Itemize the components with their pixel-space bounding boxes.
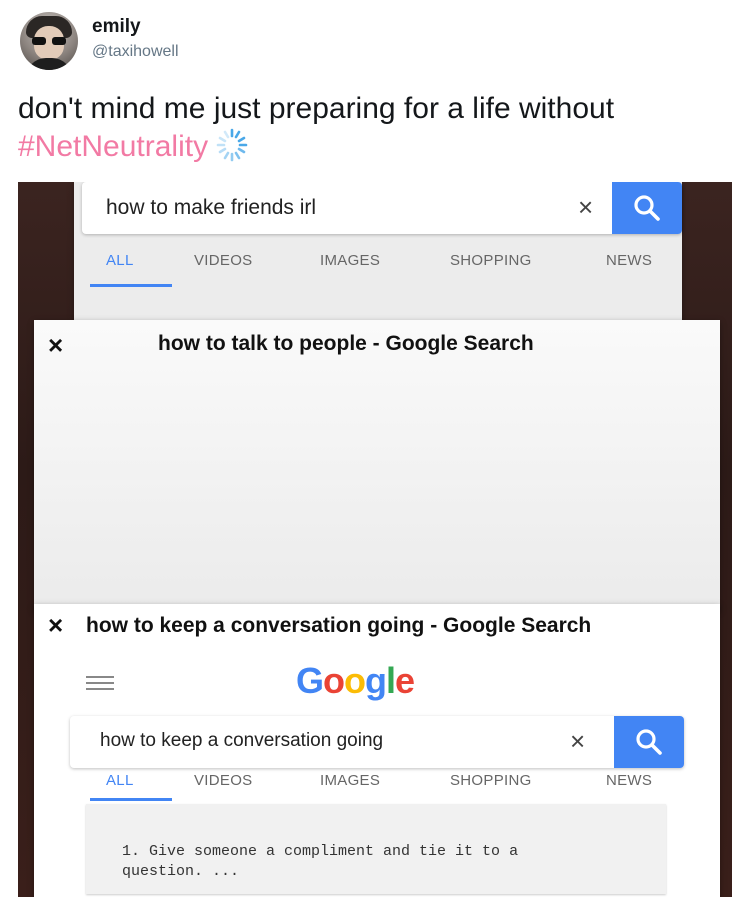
- tab-images[interactable]: IMAGES: [320, 252, 380, 269]
- search-tabs: ALL VIDEOS IMAGES SHOPPING NEWS: [90, 772, 676, 808]
- user-handle[interactable]: @taxihowell: [92, 43, 179, 61]
- close-tab-icon[interactable]: ×: [48, 610, 63, 641]
- google-logo: Google: [296, 660, 415, 701]
- search-icon: [636, 729, 662, 755]
- tab-videos[interactable]: VIDEOS: [194, 252, 252, 269]
- tab-news[interactable]: NEWS: [606, 772, 652, 789]
- search-tabs: ALL VIDEOS IMAGES SHOPPING NEWS: [90, 252, 676, 288]
- tab-videos[interactable]: VIDEOS: [194, 772, 252, 789]
- tab-shopping[interactable]: SHOPPING: [450, 252, 532, 269]
- search-icon: [634, 195, 660, 221]
- tab-title: how to talk to people - Google Search: [158, 332, 534, 355]
- tweet-media-image[interactable]: how to make friends irl × ALL VIDEOS IMA…: [18, 182, 732, 897]
- tab-all[interactable]: ALL: [106, 252, 134, 269]
- search-query[interactable]: how to keep a conversation going: [100, 730, 383, 752]
- tab-shopping[interactable]: SHOPPING: [450, 772, 532, 789]
- search-button[interactable]: [612, 182, 682, 234]
- search-button[interactable]: [614, 716, 684, 768]
- tab-card-talk[interactable]: × how to talk to people - Google Search: [34, 320, 720, 610]
- tab-images[interactable]: IMAGES: [320, 772, 380, 789]
- user-name[interactable]: emily: [92, 16, 141, 38]
- hashtag-link[interactable]: #NetNeutrality: [18, 130, 208, 163]
- close-tab-icon[interactable]: ×: [48, 330, 63, 361]
- tab-card-conversation[interactable]: × how to keep a conversation going - Goo…: [34, 604, 720, 897]
- active-tab-indicator: [90, 284, 172, 287]
- tab-news[interactable]: NEWS: [606, 252, 652, 269]
- clear-icon[interactable]: ×: [578, 192, 593, 223]
- result-card[interactable]: 1. Give someone a compliment and tie it …: [86, 804, 666, 894]
- tweet-body: don't mind me just preparing for a life …: [18, 92, 615, 125]
- active-tab-indicator: [90, 798, 172, 801]
- avatar[interactable]: [20, 12, 78, 70]
- tab-card-friends[interactable]: how to make friends irl × ALL VIDEOS IMA…: [74, 182, 682, 322]
- search-bar[interactable]: how to make friends irl ×: [82, 182, 682, 234]
- result-snippet[interactable]: 1. Give someone a compliment and tie it …: [122, 842, 592, 882]
- search-query[interactable]: how to make friends irl: [106, 196, 316, 220]
- search-bar[interactable]: how to keep a conversation going ×: [70, 716, 684, 768]
- menu-icon[interactable]: [86, 676, 114, 690]
- tab-all[interactable]: ALL: [106, 772, 134, 789]
- tab-title: how to keep a conversation going - Googl…: [86, 614, 592, 637]
- clear-icon[interactable]: ×: [570, 726, 585, 757]
- loading-spinner-icon: [216, 128, 248, 162]
- tweet-text: don't mind me just preparing for a life …: [18, 90, 738, 166]
